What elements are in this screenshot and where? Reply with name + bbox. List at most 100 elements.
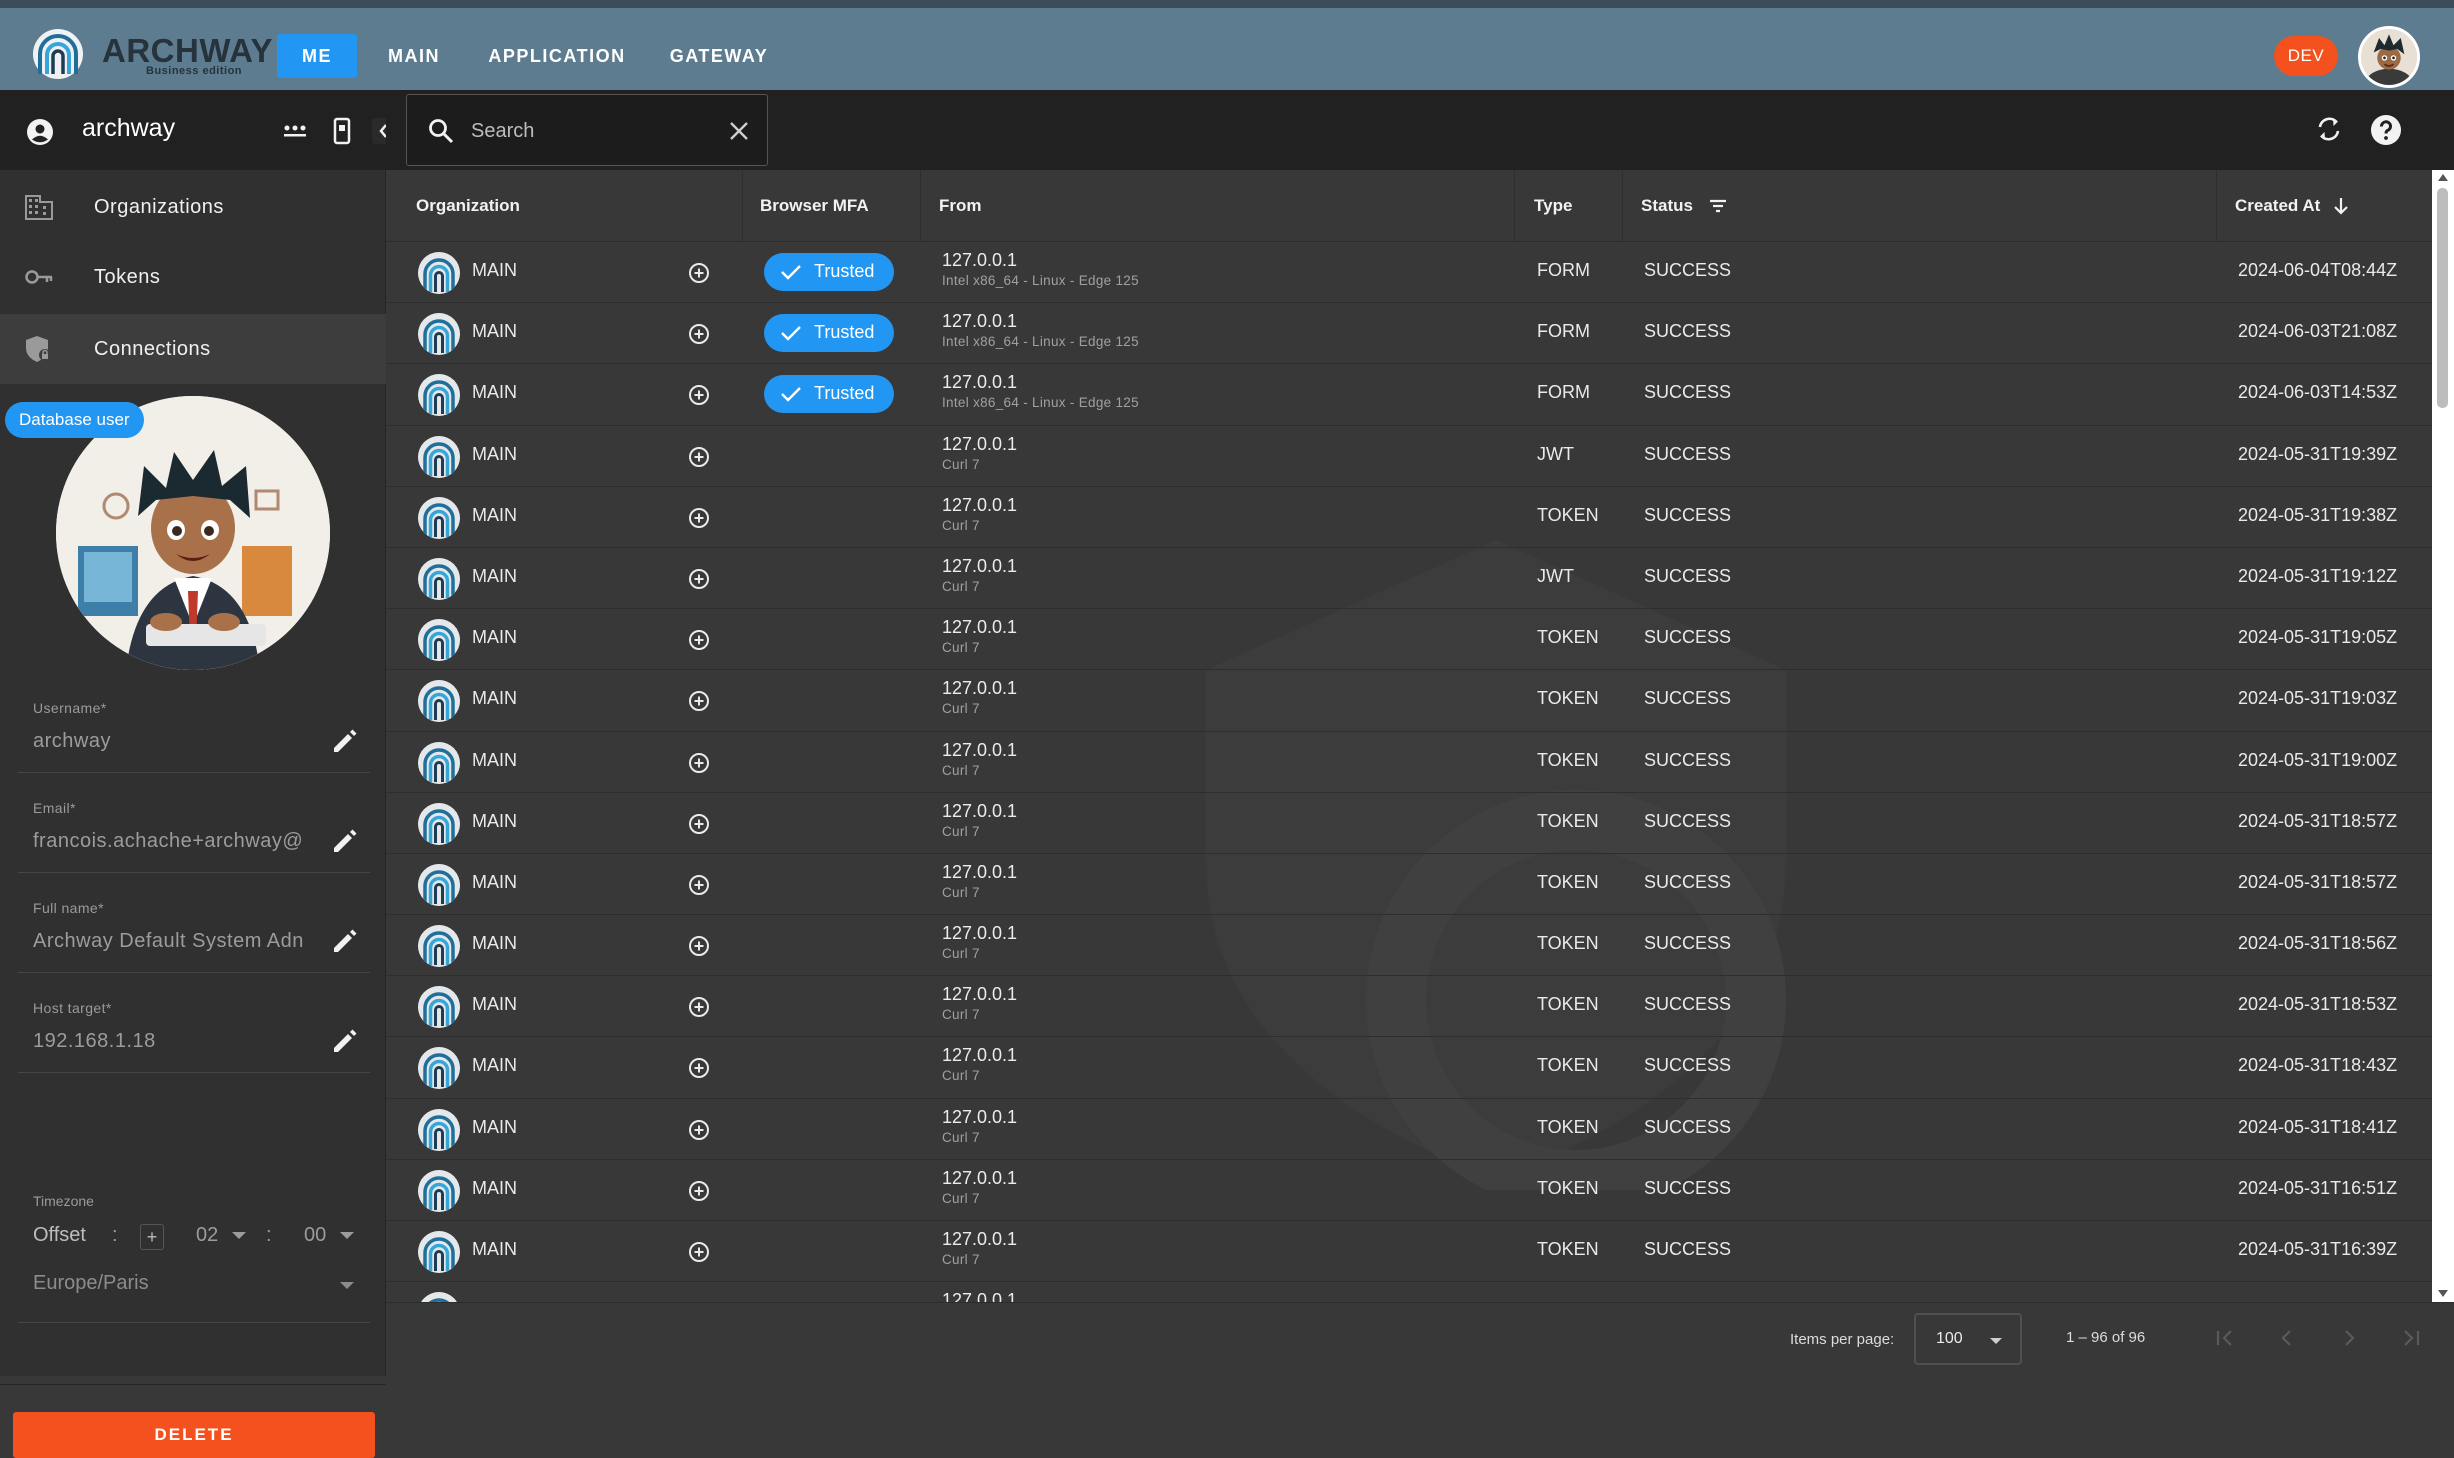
refresh-icon[interactable] [2314,114,2344,144]
organization-name: MAIN [472,260,517,280]
table-row[interactable]: MAIN 127.0.0.1 Curl 7 TOKEN SUCCESS 2024-05-3… [386,1221,2432,1283]
browser-mfa-chip[interactable]: Trusted [764,375,894,414]
column-header-browser-mfa[interactable]: Browser MFA [760,170,869,242]
created-at: 2024-05-31T16:39Z [2238,1239,2398,1259]
table-row[interactable]: MAIN 127.0.0.1 Curl 7 TOKEN SUCCESS 2024-05-3… [386,1099,2432,1160]
table-row[interactable]: MAIN Trusted 127.0.0.1 Intel x86_64 - Linux… [386,303,2432,365]
table-row[interactable]: MAIN 127.0.0.1 Curl 7 JWT SUCCESS 2024-05-31T… [386,548,2432,610]
table-row[interactable]: MAIN 127.0.0.1 Curl 7 TOKEN SUCCESS 2024-05-3… [386,976,2432,1038]
table-row[interactable]: MAIN 127.0.0.1 Curl 7 TOKEN SUCCESS 2024-05-3… [386,732,2432,793]
chevron-down-icon[interactable] [232,1232,246,1239]
email-field[interactable]: Email* francois.achache+archway@ [18,800,370,892]
connection-status: SUCCESS [1644,1116,1732,1137]
column-divider [1622,170,1623,242]
brand-edition: Business edition [146,65,243,77]
user-avatar[interactable] [2358,26,2420,88]
nav-tab-application[interactable]: APPLICATION [480,34,634,78]
first-page-icon[interactable] [2212,1325,2238,1351]
add-circle-icon[interactable] [688,752,710,774]
vertical-scrollbar[interactable] [2432,170,2454,1302]
scroll-down-arrow-icon[interactable] [2438,1290,2448,1297]
edit-pencil-icon[interactable] [330,726,360,756]
created-at: 2024-06-03T21:08Z [2238,321,2398,342]
add-circle-icon[interactable] [688,262,710,284]
browser-mfa-chip[interactable]: Trusted [764,314,894,353]
add-circle-icon[interactable] [688,874,710,896]
nav-tab-me[interactable]: ME [277,34,357,78]
table-row[interactable]: MAIN 127.0.0.1 Curl 7 TOKEN SUCCESS 2024-05-3… [386,854,2432,916]
mobile-device-icon[interactable] [332,117,352,145]
browser-mfa-chip[interactable]: Trusted [764,253,894,291]
help-icon[interactable] [2370,114,2402,146]
username-field[interactable]: Username* archway [18,700,370,792]
nav-tab-gateway[interactable]: GATEWAY [660,34,778,78]
table-row[interactable]: MAIN 127.0.0.1 Curl 7 JWT SUCCESS 2024-05-31T… [386,426,2432,487]
column-header-type[interactable]: Type [1534,170,1572,242]
previous-page-icon[interactable] [2274,1325,2300,1351]
add-circle-icon[interactable] [688,629,710,651]
password-icon[interactable] [282,120,308,142]
offset-hours-select[interactable]: 02 [196,1224,218,1247]
arrow-down-icon[interactable] [2332,196,2350,216]
host-target-field[interactable]: Host target* 192.168.1.18 [18,1000,370,1092]
next-page-icon[interactable] [2336,1325,2362,1351]
add-circle-icon[interactable] [688,568,710,590]
column-divider [742,170,743,242]
add-circle-icon[interactable] [688,813,710,835]
edit-pencil-icon[interactable] [330,1026,360,1056]
add-circle-icon[interactable] [688,384,710,406]
chevron-down-icon[interactable] [340,1232,354,1239]
add-circle-icon[interactable] [688,690,710,712]
table-row[interactable]: MAIN Trusted 127.0.0.1 Intel x86_64 - Linux… [386,242,2432,304]
archway-logo-icon[interactable] [32,28,84,80]
table-row[interactable]: MAIN 127.0.0.1 Curl 7 TOKEN SUCCESS 2024-05-3… [386,1037,2432,1099]
column-header-organization[interactable]: Organization [416,170,520,242]
add-circle-icon[interactable] [688,935,710,957]
column-header-from[interactable]: From [939,170,982,242]
table-row[interactable]: MAIN127.0.0.1 [386,1282,2432,1302]
sidebar-item-connections[interactable]: Connections [0,314,386,384]
table-row[interactable]: MAIN Trusted 127.0.0.1 Intel x86_64 - Linux… [386,364,2432,426]
add-circle-icon[interactable] [688,1119,710,1141]
table-row[interactable]: MAIN 127.0.0.1 Curl 7 TOKEN SUCCESS 2024-05-3… [386,793,2432,854]
close-icon[interactable] [727,119,751,143]
add-circle-icon[interactable] [688,1180,710,1202]
table-row[interactable]: MAIN 127.0.0.1 Curl 7 TOKEN SUCCESS 2024-05-3… [386,915,2432,977]
column-header-created-at[interactable]: Created At [2235,170,2320,242]
user-agent: Curl 7 [942,823,980,839]
add-circle-icon[interactable] [688,446,710,468]
sidebar-item-tokens[interactable]: Tokens [0,242,386,312]
add-circle-icon[interactable] [688,323,710,345]
browser-mfa-label: Trusted [814,383,875,404]
filter-list-icon[interactable] [1708,196,1728,216]
table-row[interactable]: MAIN 127.0.0.1 Curl 7 TOKEN SUCCESS 2024-05-3… [386,487,2432,548]
offset-sign-toggle[interactable]: + [140,1224,164,1250]
table-row[interactable]: MAIN 127.0.0.1 Curl 7 TOKEN SUCCESS 2024-05-3… [386,670,2432,732]
add-circle-icon[interactable] [688,1057,710,1079]
column-header-status[interactable]: Status [1641,170,1693,242]
search-box[interactable] [406,94,768,166]
nav-tab-main[interactable]: MAIN [372,34,456,78]
timezone-select[interactable]: Europe/Paris [33,1272,149,1295]
table-row[interactable]: MAIN 127.0.0.1 Curl 7 TOKEN SUCCESS 2024-05-3… [386,1160,2432,1221]
delete-button[interactable]: DELETE [13,1412,375,1458]
add-circle-icon[interactable] [688,507,710,529]
offset-separator: : [266,1224,272,1246]
full-name-field[interactable]: Full name* Archway Default System Adn [18,900,370,992]
add-circle-icon[interactable] [688,996,710,1018]
items-per-page-select[interactable]: 100 [1914,1313,2022,1365]
table-row[interactable]: MAIN 127.0.0.1 Curl 7 TOKEN SUCCESS 2024-05-3… [386,609,2432,671]
sidebar-item-organizations[interactable]: Organizations [0,172,386,242]
chevron-down-icon[interactable] [340,1282,354,1289]
source-ip: 127.0.0.1 [942,494,1018,515]
edit-pencil-icon[interactable] [330,926,360,956]
search-input[interactable] [471,115,711,147]
last-page-icon[interactable] [2398,1325,2424,1351]
scroll-up-arrow-icon[interactable] [2438,174,2448,181]
scrollbar-thumb[interactable] [2437,188,2448,408]
offset-minutes-select[interactable]: 00 [304,1224,326,1247]
check-icon [780,264,802,280]
add-circle-icon[interactable] [688,1241,710,1263]
connection-status: SUCCESS [1644,443,1732,464]
edit-pencil-icon[interactable] [330,826,360,856]
